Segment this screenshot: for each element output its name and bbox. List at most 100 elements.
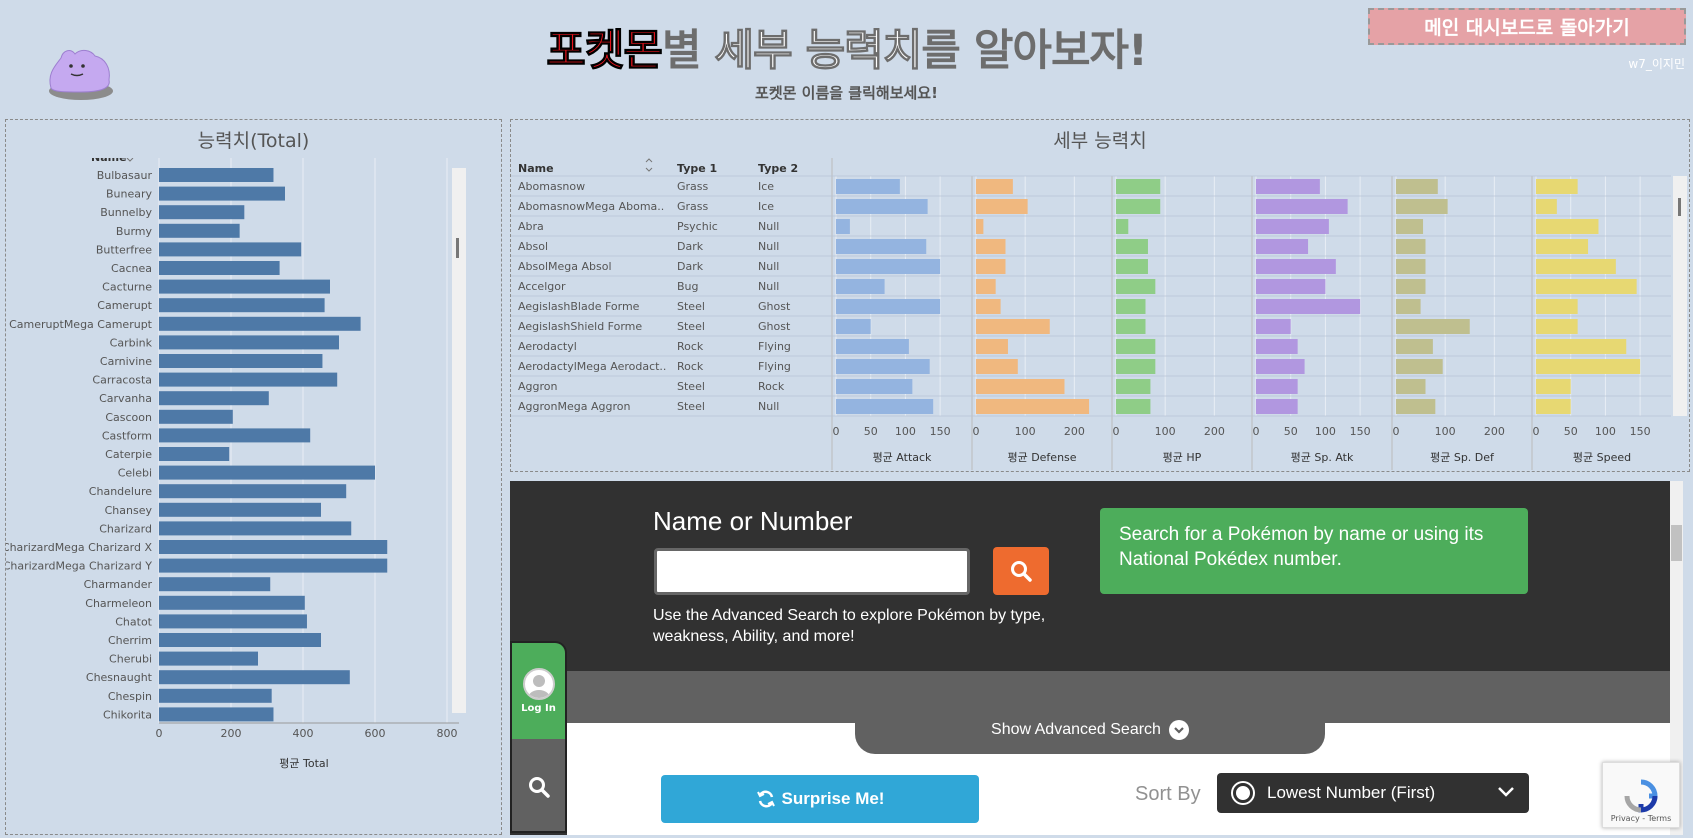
total-bar: [159, 651, 258, 666]
stat-bar-attack: [836, 399, 934, 414]
measure-axis-title: 평균 Attack: [873, 451, 932, 464]
category-label: Camerupt: [97, 299, 152, 312]
stat-bar-speed: [1536, 399, 1571, 414]
surprise-label: Surprise Me!: [781, 789, 885, 808]
stat-bar-speed: [1536, 179, 1578, 194]
stat-bar-sp_atk: [1256, 399, 1298, 414]
x-tick-label: 100: [895, 425, 916, 438]
side-tabs: Log In: [510, 641, 567, 833]
header-name: Name: [518, 162, 554, 175]
stat-bar-sp_atk: [1256, 339, 1298, 354]
x-tick-label: 50: [864, 425, 878, 438]
row-type1: Steel: [677, 300, 705, 313]
stat-bar-speed: [1536, 239, 1589, 254]
x-tick-label: 200: [1484, 425, 1505, 438]
stat-bar-attack: [836, 219, 850, 234]
show-advanced-search-toggle[interactable]: Show Advanced Search: [855, 706, 1325, 754]
stat-bar-attack: [836, 359, 930, 374]
stat-bar-sp_def: [1396, 299, 1421, 314]
row-name: AbomasnowMega Aboma..: [518, 200, 664, 213]
stat-bar-defense: [976, 279, 996, 294]
x-tick-label: 400: [293, 727, 314, 740]
category-label: Butterfree: [96, 243, 152, 256]
row-type1: Grass: [677, 180, 709, 193]
total-bar: [159, 521, 352, 536]
total-bar: [159, 670, 350, 685]
surprise-me-button[interactable]: Surprise Me!: [661, 775, 979, 823]
row-name: Absol: [518, 240, 548, 253]
category-label: CharizardMega Charizard X: [6, 541, 152, 554]
row-type2: Null: [758, 260, 779, 273]
category-label: Chesnaught: [86, 671, 153, 684]
name-column-header: Name: [91, 158, 127, 164]
category-label: Buneary: [106, 188, 153, 201]
stat-bar-speed: [1536, 339, 1627, 354]
row-type2: Flying: [758, 360, 791, 373]
detail-stats-chart: Name Type 1 Type 2 0 50 100 150 평균 Attack 0 100 20…: [511, 158, 1687, 470]
total-bar: [159, 558, 388, 573]
x-tick-label: 0: [1533, 425, 1540, 438]
stat-bar-sp_def: [1396, 179, 1438, 194]
stat-bar-defense: [976, 379, 1065, 394]
x-tick-label: 0: [833, 425, 840, 438]
stat-bar-sp_atk: [1256, 299, 1361, 314]
total-bar: [159, 205, 245, 220]
stat-bar-speed: [1536, 199, 1557, 214]
stat-bar-attack: [836, 339, 909, 354]
chevron-down-icon: [1168, 720, 1189, 740]
search-button[interactable]: [993, 547, 1049, 595]
category-label: Charmeleon: [85, 597, 152, 610]
stat-bar-hp: [1116, 379, 1151, 394]
total-bar: [159, 428, 311, 443]
stat-bar-sp_def: [1396, 399, 1436, 414]
back-to-dashboard-button[interactable]: 메인 대시보드로 돌아가기: [1368, 8, 1686, 45]
total-bar: [159, 633, 321, 647]
row-type1: Steel: [677, 380, 705, 393]
total-title-main: 능력치: [197, 130, 251, 152]
stat-bar-speed: [1536, 319, 1578, 334]
embed-scroll-thumb[interactable]: [1671, 525, 1682, 561]
row-type1: Grass: [677, 200, 709, 213]
total-bar: [159, 707, 274, 722]
total-bar: [159, 447, 230, 461]
row-type2: Null: [758, 220, 779, 233]
stat-bar-attack: [836, 199, 928, 214]
total-bar: [159, 409, 233, 424]
total-bar: [159, 168, 274, 182]
login-tab[interactable]: Log In: [512, 643, 565, 739]
stat-bar-attack: [836, 259, 941, 274]
stat-bar-sp_atk: [1256, 259, 1336, 274]
recaptcha-badge[interactable]: Privacy - Terms: [1602, 762, 1680, 828]
stat-bar-sp_atk: [1256, 199, 1348, 214]
stat-bar-defense: [976, 339, 1008, 354]
stat-bar-attack: [836, 319, 871, 334]
stat-bar-hp: [1116, 299, 1146, 314]
total-bar: [159, 595, 305, 610]
total-bar: [159, 242, 302, 257]
category-label: Chikorita: [103, 708, 152, 721]
category-label: Carbink: [110, 336, 153, 349]
x-tick-label: 50: [1564, 425, 1578, 438]
row-name: Abra: [518, 220, 544, 233]
row-name: AegislashShield Forme: [518, 320, 642, 333]
pokemon-search-input[interactable]: [654, 548, 970, 595]
x-tick-label: 0: [973, 425, 980, 438]
total-bar: [159, 223, 240, 238]
search-tab[interactable]: [512, 739, 565, 831]
advanced-search-hint: Use the Advanced Search to explore Pokém…: [653, 607, 1046, 645]
category-label: Cascoon: [105, 411, 152, 424]
sort-select[interactable]: Lowest Number (First): [1217, 773, 1529, 813]
x-tick-label: 150: [930, 425, 951, 438]
measure-axis-title: 평균 HP: [1163, 451, 1202, 464]
x-tick-label: 50: [1284, 425, 1298, 438]
search-icon: [528, 777, 550, 798]
pokedex-embed: Name or Number Use the Advanced Search t…: [510, 481, 1683, 835]
total-bar: [159, 316, 361, 331]
total-bar: [159, 540, 388, 554]
row-name: AerodactylMega Aerodact..: [518, 360, 666, 373]
measure-axis-title: 평균 Sp. Atk: [1291, 451, 1354, 464]
category-label: Chandelure: [89, 485, 152, 498]
total-bar: [159, 614, 307, 629]
stat-bar-speed: [1536, 379, 1571, 394]
total-bar: [159, 577, 271, 592]
